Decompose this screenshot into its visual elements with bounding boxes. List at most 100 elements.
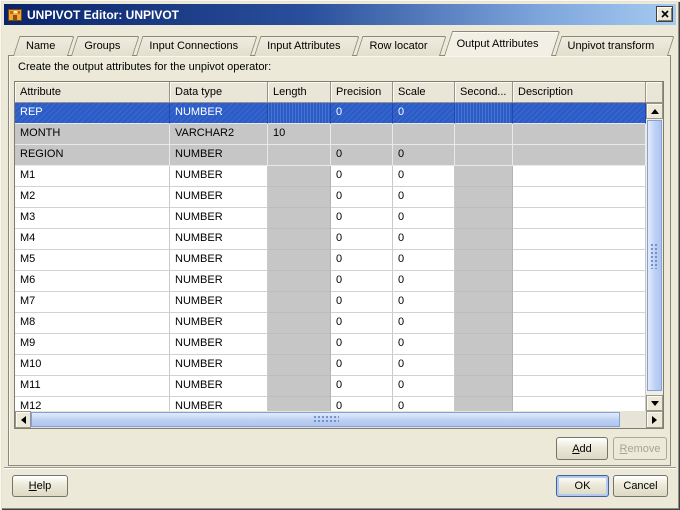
cell-description[interactable] (513, 355, 646, 376)
cell-attribute[interactable]: M8 (15, 313, 170, 334)
tab-unpivot-transform[interactable]: Unpivot transform (555, 36, 668, 56)
row-m12[interactable]: M12 NUMBER 0 0 (15, 397, 646, 411)
cell-data-type[interactable]: NUMBER (170, 103, 268, 124)
scroll-right-icon[interactable] (646, 411, 663, 428)
cell-attribute[interactable]: M4 (15, 229, 170, 250)
cell-precision[interactable]: 0 (331, 292, 393, 313)
row-rep[interactable]: REP NUMBER 0 0 (15, 103, 646, 124)
scroll-up-icon[interactable] (646, 103, 663, 119)
cell-attribute[interactable]: M7 (15, 292, 170, 313)
row-m9[interactable]: M9 NUMBER 0 0 (15, 334, 646, 355)
ok-button[interactable]: OK (556, 475, 609, 497)
cell-description[interactable] (513, 271, 646, 292)
row-m3[interactable]: M3 NUMBER 0 0 (15, 208, 646, 229)
cell-scale[interactable]: 0 (393, 250, 455, 271)
cell-precision[interactable]: 0 (331, 208, 393, 229)
vertical-scrollbar[interactable] (646, 103, 663, 411)
cell-precision[interactable]: 0 (331, 187, 393, 208)
cell-data-type[interactable]: NUMBER (170, 208, 268, 229)
cell-attribute[interactable]: REP (15, 103, 170, 124)
horizontal-scroll-thumb[interactable] (31, 412, 620, 427)
row-month[interactable]: MONTH VARCHAR2 10 (15, 124, 646, 145)
cell-description[interactable] (513, 376, 646, 397)
scroll-down-icon[interactable] (646, 395, 663, 411)
cell-attribute[interactable]: M11 (15, 376, 170, 397)
cell-description[interactable] (513, 166, 646, 187)
cell-description[interactable] (513, 292, 646, 313)
cell-scale[interactable]: 0 (393, 292, 455, 313)
cell-data-type[interactable]: NUMBER (170, 187, 268, 208)
cell-precision[interactable]: 0 (331, 271, 393, 292)
cell-description[interactable] (513, 397, 646, 411)
row-m8[interactable]: M8 NUMBER 0 0 (15, 313, 646, 334)
cell-description[interactable] (513, 103, 646, 124)
cell-data-type[interactable]: NUMBER (170, 334, 268, 355)
cell-scale[interactable]: 0 (393, 229, 455, 250)
cell-scale[interactable]: 0 (393, 166, 455, 187)
horizontal-scrollbar[interactable] (15, 411, 663, 428)
add-button[interactable]: Add (556, 437, 608, 460)
cell-attribute[interactable]: M5 (15, 250, 170, 271)
row-m10[interactable]: M10 NUMBER 0 0 (15, 355, 646, 376)
cell-data-type[interactable]: NUMBER (170, 292, 268, 313)
tab-name[interactable]: Name (13, 36, 68, 56)
tab-input-connections[interactable]: Input Connections (136, 36, 251, 56)
cell-scale[interactable]: 0 (393, 187, 455, 208)
cell-precision[interactable]: 0 (331, 166, 393, 187)
cell-scale[interactable]: 0 (393, 313, 455, 334)
row-m2[interactable]: M2 NUMBER 0 0 (15, 187, 646, 208)
cell-description[interactable] (513, 187, 646, 208)
cell-data-type[interactable]: NUMBER (170, 229, 268, 250)
help-button[interactable]: Help (12, 475, 68, 497)
cell-precision[interactable]: 0 (331, 103, 393, 124)
cell-data-type[interactable]: NUMBER (170, 397, 268, 411)
cell-scale[interactable]: 0 (393, 271, 455, 292)
cell-data-type[interactable]: NUMBER (170, 376, 268, 397)
scroll-left-icon[interactable] (15, 411, 31, 428)
cell-attribute[interactable]: M9 (15, 334, 170, 355)
cell-attribute[interactable]: M1 (15, 166, 170, 187)
row-m11[interactable]: M11 NUMBER 0 0 (15, 376, 646, 397)
cell-precision[interactable]: 0 (331, 313, 393, 334)
cell-description[interactable] (513, 229, 646, 250)
row-m6[interactable]: M6 NUMBER 0 0 (15, 271, 646, 292)
cell-precision[interactable]: 0 (331, 355, 393, 376)
cell-data-type[interactable]: NUMBER (170, 271, 268, 292)
cell-precision[interactable]: 0 (331, 376, 393, 397)
vertical-scroll-thumb[interactable] (647, 120, 662, 391)
cell-scale[interactable]: 0 (393, 208, 455, 229)
title-bar[interactable]: UNPIVOT Editor: UNPIVOT (4, 4, 676, 25)
row-m5[interactable]: M5 NUMBER 0 0 (15, 250, 646, 271)
cell-precision[interactable]: 0 (331, 250, 393, 271)
cell-scale[interactable]: 0 (393, 397, 455, 411)
cancel-button[interactable]: Cancel (613, 475, 668, 497)
tab-groups[interactable]: Groups (71, 36, 133, 56)
tab-output-attributes[interactable]: Output Attributes (444, 31, 552, 56)
tab-input-attributes[interactable]: Input Attributes (254, 36, 353, 56)
cell-description[interactable] (513, 313, 646, 334)
cell-scale[interactable]: 0 (393, 355, 455, 376)
cell-data-type[interactable]: NUMBER (170, 355, 268, 376)
cell-attribute[interactable]: M2 (15, 187, 170, 208)
cell-attribute[interactable]: M12 (15, 397, 170, 411)
row-m7[interactable]: M7 NUMBER 0 0 (15, 292, 646, 313)
cell-precision[interactable]: 0 (331, 334, 393, 355)
tab-row-locator[interactable]: Row locator (356, 36, 440, 56)
cell-attribute[interactable]: M3 (15, 208, 170, 229)
cell-data-type[interactable]: NUMBER (170, 313, 268, 334)
cell-scale[interactable]: 0 (393, 376, 455, 397)
row-m1[interactable]: M1 NUMBER 0 0 (15, 166, 646, 187)
cell-scale[interactable]: 0 (393, 103, 455, 124)
row-region[interactable]: REGION NUMBER 0 0 (15, 145, 646, 166)
cell-description[interactable] (513, 250, 646, 271)
cell-scale[interactable]: 0 (393, 334, 455, 355)
cell-attribute[interactable]: M6 (15, 271, 170, 292)
cell-description[interactable] (513, 334, 646, 355)
cell-data-type[interactable]: NUMBER (170, 250, 268, 271)
cell-precision[interactable]: 0 (331, 229, 393, 250)
cell-attribute[interactable]: M10 (15, 355, 170, 376)
cell-description[interactable] (513, 208, 646, 229)
close-icon[interactable] (656, 6, 673, 22)
cell-data-type[interactable]: NUMBER (170, 166, 268, 187)
cell-precision[interactable]: 0 (331, 397, 393, 411)
